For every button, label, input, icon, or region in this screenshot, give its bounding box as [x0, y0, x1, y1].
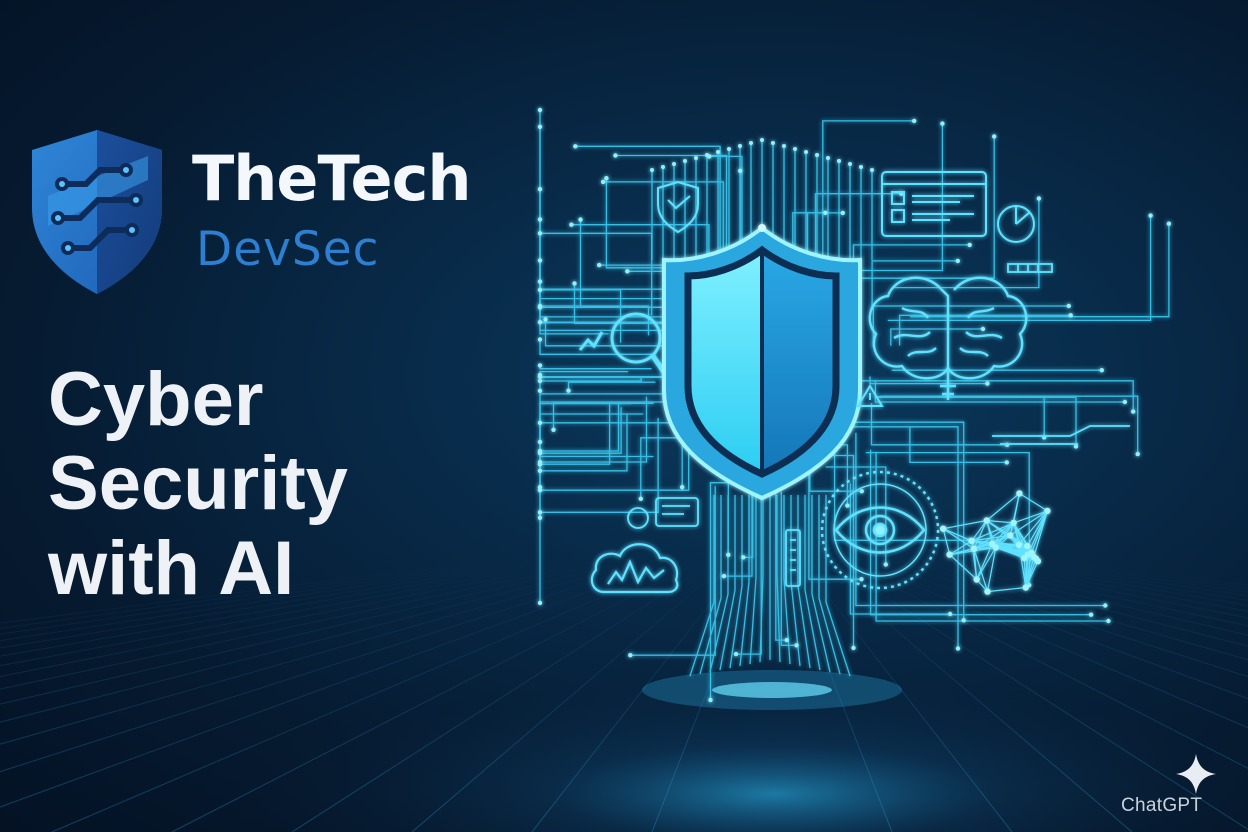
eye-icon	[820, 470, 940, 590]
brand-name: TheTech	[192, 142, 471, 215]
dashboard-icon	[881, 171, 987, 237]
headline-line-3: with AI	[48, 525, 295, 611]
cyber-ai-illustration	[537, 107, 1172, 703]
headline: Cyber Security with AI	[48, 357, 348, 611]
cloud-chart-icon	[590, 543, 679, 594]
watermark-text: ChatGPT	[1121, 795, 1203, 816]
headline-line-2: Security	[48, 441, 348, 527]
brand-subname: DevSec	[196, 222, 380, 277]
network-mesh-icon	[940, 490, 1051, 595]
circuit-shield-icon	[32, 130, 162, 294]
brain-icon	[868, 276, 1028, 400]
shield-icon	[662, 224, 862, 501]
chart-icon	[997, 205, 1035, 243]
headline-line-1: Cyber	[48, 357, 264, 442]
